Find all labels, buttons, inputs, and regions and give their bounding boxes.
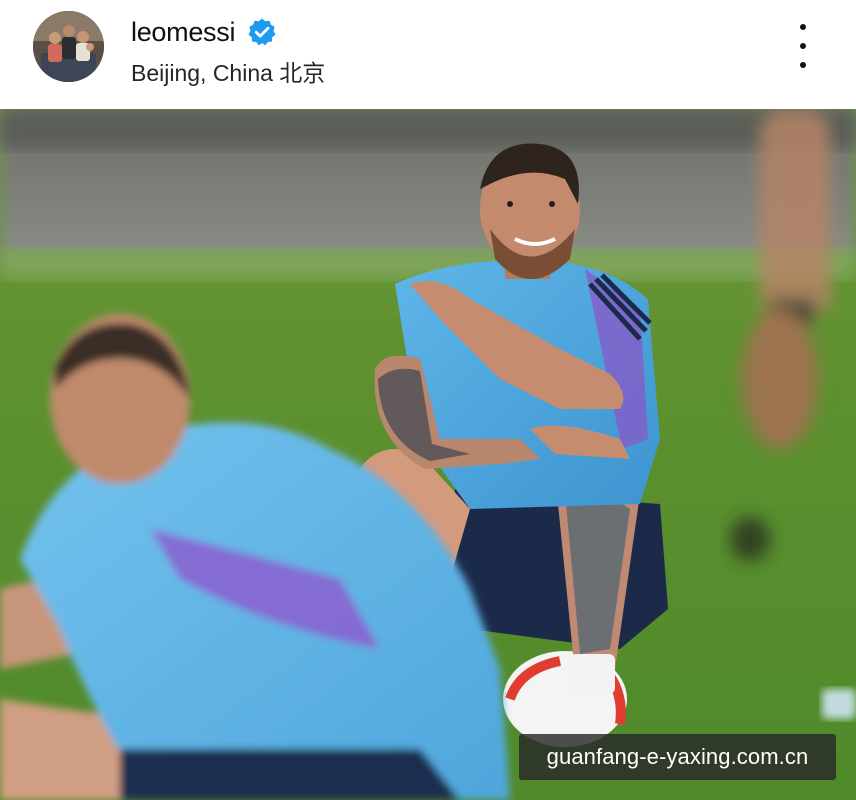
post-header: leomessi Beijing, China 北京 [0,0,856,108]
post-photo[interactable] [0,109,856,800]
profile-avatar[interactable] [33,11,104,82]
watermark-label: guanfang-e-yaxing.com.cn [519,734,836,780]
photo-illustration [0,109,856,800]
avatar-image [33,11,104,82]
more-dot [800,62,806,68]
more-dot [800,43,806,49]
verified-badge-icon [248,18,276,46]
post-location-link[interactable]: Beijing, China 北京 [131,54,325,88]
more-dot [800,24,806,30]
username-link[interactable]: leomessi [131,17,235,48]
more-options-icon[interactable] [789,24,817,68]
username-row: leomessi [131,15,277,49]
